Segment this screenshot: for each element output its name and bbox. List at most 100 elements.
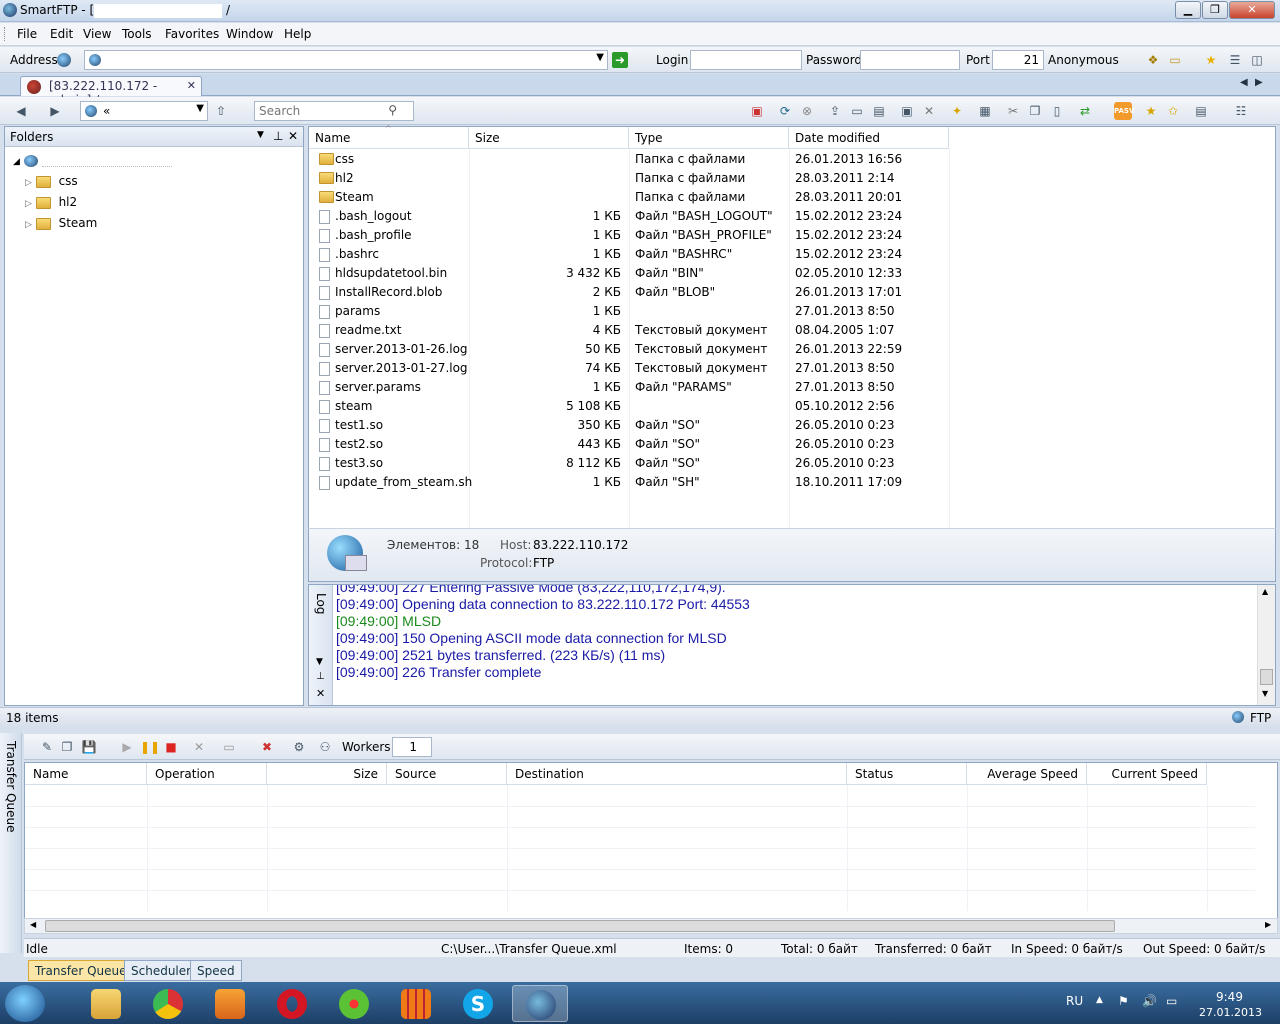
file-row[interactable]: .bash_logout 1 КБ Файл "BASH_LOGOUT" 15.02.… xyxy=(309,207,949,226)
taskbar-far-manager[interactable] xyxy=(388,985,444,1022)
scroll-thumb[interactable] xyxy=(1260,669,1273,685)
expand-icon[interactable]: ▷ xyxy=(25,199,32,209)
remove-icon[interactable]: ✕ xyxy=(190,738,208,756)
file-row[interactable]: server.2013-01-27.log 74 КБ Текстовый доку… xyxy=(309,359,949,378)
close-window-button[interactable]: ✕ xyxy=(1229,1,1275,19)
password-input[interactable] xyxy=(860,50,960,70)
file-row[interactable]: hldsupdatetool.bin 3 432 КБ Файл "BIN" 02.0… xyxy=(309,264,949,283)
queue-settings-icon[interactable]: ⚙ xyxy=(290,738,308,756)
queue-column-operation[interactable]: Operation xyxy=(147,763,267,785)
scroll-down-icon[interactable]: ▼ xyxy=(1262,689,1268,698)
queue-folder-icon[interactable]: ▭ xyxy=(220,738,238,756)
queue-column-status[interactable]: Status xyxy=(847,763,967,785)
folder-open-icon[interactable]: ▭ xyxy=(1166,51,1184,69)
start-icon[interactable]: ▶ xyxy=(118,738,136,756)
file-row[interactable]: update_from_steam.sh 1 КБ Файл "SH" 18.10.2… xyxy=(309,473,949,492)
queue-column-current-speed[interactable]: Current Speed xyxy=(1087,763,1207,785)
file-row[interactable]: InstallRecord.blob 2 КБ Файл "BLOB" 26.01.2… xyxy=(309,283,949,302)
protocol-globe-icon[interactable] xyxy=(57,53,71,67)
queue-column-name[interactable]: Name xyxy=(25,763,147,785)
forward-icon[interactable]: ▶ xyxy=(46,102,64,120)
address-dropdown-arrow-icon[interactable]: ▼ xyxy=(596,52,604,63)
scroll-right-icon[interactable]: ▶ xyxy=(1265,920,1271,929)
path-input[interactable]: « ▼ xyxy=(80,101,208,121)
taskbar-media-player[interactable] xyxy=(202,985,258,1022)
column-type[interactable]: Type xyxy=(629,127,789,149)
queue-scroll-thumb[interactable] xyxy=(45,920,1115,932)
refresh-icon[interactable]: ⟳ xyxy=(776,102,794,120)
clock-date[interactable]: 27.01.2013 xyxy=(1199,1006,1262,1019)
favorites-icon[interactable]: ✩ xyxy=(1164,102,1182,120)
show-hidden-icons-icon[interactable]: ▲ xyxy=(1096,995,1103,1005)
file-row[interactable]: Steam Папка с файлами 28.03.2011 20:01 xyxy=(309,188,949,207)
menu-file[interactable]: File xyxy=(17,27,37,41)
favorites-star-icon[interactable]: ★ xyxy=(1202,51,1220,69)
taskbar-opera[interactable] xyxy=(264,985,320,1022)
search-icon[interactable]: ⚲ xyxy=(388,103,397,117)
queue-column-size[interactable]: Size xyxy=(267,763,387,785)
options-icon[interactable]: ▤ xyxy=(1192,102,1210,120)
queue-column-source[interactable]: Source xyxy=(387,763,507,785)
queue-column-destination[interactable]: Destination xyxy=(507,763,847,785)
tree-item-css[interactable]: ▷ css xyxy=(25,174,78,188)
rename-icon[interactable]: ▭ xyxy=(848,102,866,120)
delete-icon[interactable]: ✕ xyxy=(920,102,938,120)
pause-icon[interactable]: ❚❚ xyxy=(140,738,160,756)
tab-speed[interactable]: Speed xyxy=(190,960,242,981)
clear-icon[interactable]: ✖ xyxy=(258,738,276,756)
expand-icon[interactable]: ▷ xyxy=(25,178,32,188)
maximize-button[interactable]: ❐ xyxy=(1202,1,1228,19)
scroll-up-icon[interactable]: ▲ xyxy=(1262,587,1268,596)
anonymous-checkbox[interactable]: Anonymous xyxy=(1048,53,1119,67)
file-row[interactable]: hl2 Папка с файлами 28.03.2011 2:14 xyxy=(309,169,949,188)
tab-scroll-left-icon[interactable]: ◀ xyxy=(1240,77,1248,88)
tab-connection[interactable]: [83.222.110.172 - admin] / ✕ xyxy=(20,76,202,107)
file-row[interactable]: test3.so 8 112 КБ Файл "SO" 26.05.2010 0:23 xyxy=(309,454,949,473)
taskbar-chrome[interactable] xyxy=(140,985,196,1022)
minimize-button[interactable]: ▁ xyxy=(1175,1,1201,19)
disconnect-icon[interactable]: ▣ xyxy=(748,102,766,120)
taskbar-skype[interactable]: S xyxy=(450,985,506,1022)
start-button[interactable] xyxy=(5,985,45,1022)
column-date-modified[interactable]: Date modified xyxy=(789,127,949,149)
columns-icon[interactable]: ☷ xyxy=(1232,102,1250,120)
copy-icon[interactable]: ❐ xyxy=(1026,102,1044,120)
address-input[interactable]: ▼ xyxy=(84,50,608,70)
transfer-mode-icon[interactable]: ⇄ xyxy=(1076,102,1094,120)
taskbar-explorer[interactable] xyxy=(78,985,134,1022)
file-row[interactable]: test1.so 350 КБ Файл "SO" 26.05.2010 0:23 xyxy=(309,416,949,435)
clock-time[interactable]: 9:49 xyxy=(1216,990,1243,1004)
view-icon[interactable]: ▦ xyxy=(976,102,994,120)
layout-vertical-icon[interactable]: ◫ xyxy=(1248,51,1266,69)
taskbar-icq[interactable] xyxy=(326,985,382,1022)
pasv-icon[interactable]: PASV xyxy=(1114,102,1134,120)
up-folder-icon[interactable]: ⇧ xyxy=(212,102,230,120)
file-row[interactable]: server.2013-01-26.log 50 КБ Текстовый доку… xyxy=(309,340,949,359)
taskbar-smartftp[interactable] xyxy=(512,985,568,1022)
new-folder-icon[interactable]: ✦ xyxy=(948,102,966,120)
file-row[interactable]: css Папка с файлами 26.01.2013 16:56 xyxy=(309,150,949,169)
queue-column-average-speed[interactable]: Average Speed xyxy=(967,763,1087,785)
file-row[interactable]: .bashrc 1 КБ Файл "BASHRC" 15.02.2012 23:24 xyxy=(309,245,949,264)
close-tab-icon[interactable]: ✕ xyxy=(187,79,196,92)
back-icon[interactable]: ◀ xyxy=(12,102,30,120)
login-input[interactable] xyxy=(690,50,802,70)
menu-help[interactable]: Help xyxy=(284,27,311,41)
stop-icon[interactable]: ⊗ xyxy=(798,102,816,120)
folders-menu-arrow-icon[interactable]: ▼ xyxy=(257,130,264,140)
language-indicator[interactable]: RU xyxy=(1066,994,1083,1008)
stop-queue-icon[interactable]: ■ xyxy=(162,738,180,756)
menu-favorites[interactable]: Favorites xyxy=(165,27,219,41)
menu-window[interactable]: Window xyxy=(226,27,273,41)
menu-view[interactable]: View xyxy=(83,27,111,41)
menu-edit[interactable]: Edit xyxy=(50,27,73,41)
action-center-icon[interactable]: ▭ xyxy=(1166,994,1177,1008)
port-input[interactable]: 21 xyxy=(992,50,1044,70)
queue-horizontal-scrollbar[interactable]: ◀ ▶ xyxy=(24,918,1278,934)
volume-icon[interactable]: 🔊 xyxy=(1142,994,1157,1008)
expand-icon[interactable]: ▷ xyxy=(25,220,32,230)
path-dropdown-arrow-icon[interactable]: ▼ xyxy=(196,103,204,114)
file-row[interactable]: steam 5 108 КБ 05.10.2012 2:56 xyxy=(309,397,949,416)
queue-users-icon[interactable]: ⚇ xyxy=(316,738,334,756)
go-arrow-icon[interactable]: ➜ xyxy=(612,52,628,68)
